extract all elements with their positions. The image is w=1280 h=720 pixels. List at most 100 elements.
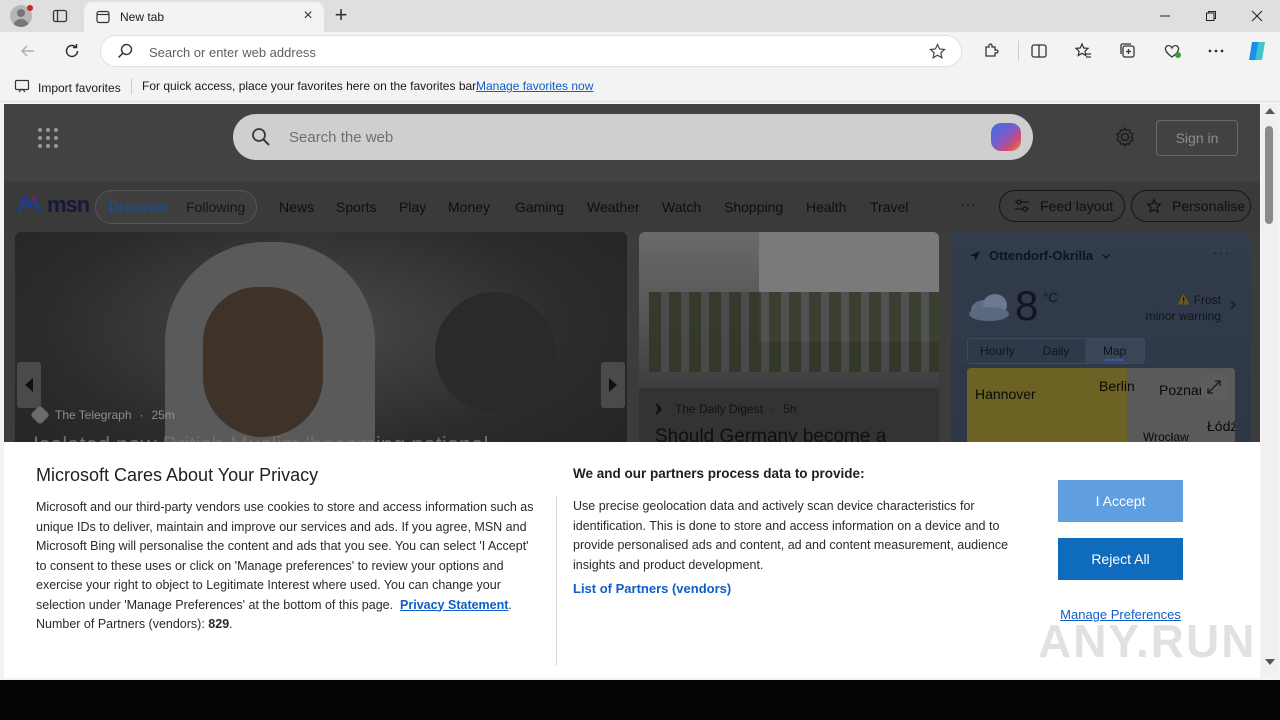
nav-item-news[interactable]: News — [279, 199, 314, 215]
hero-source-time: 25m — [151, 408, 175, 422]
cloud-icon — [965, 290, 1013, 322]
weather-warning-title: Frost — [1193, 293, 1221, 307]
scroll-up-arrow-icon[interactable] — [1265, 108, 1275, 114]
extensions-icon[interactable] — [980, 40, 1002, 62]
partners-count-label: Number of Partners (vendors): — [36, 617, 205, 631]
favorites-divider — [131, 78, 132, 94]
weather-card[interactable]: Ottendorf-Okrilla ··· 8 °C Frost minor w… — [951, 232, 1251, 472]
manage-favorites-link[interactable]: Manage favorites now — [476, 79, 593, 93]
favorite-star-icon[interactable] — [929, 43, 946, 65]
scrollbar-thumb[interactable] — [1265, 126, 1273, 224]
hero-image-background — [435, 292, 555, 412]
nav-item-play[interactable]: Play — [399, 199, 426, 215]
refresh-icon[interactable] — [61, 40, 83, 62]
discover-following-toggle: Discover Following — [95, 190, 257, 224]
nav-item-travel[interactable]: Travel — [870, 199, 908, 215]
weather-more-button[interactable]: ··· — [1213, 244, 1230, 260]
news-card-source-name: The Daily Digest — [675, 402, 764, 416]
nav-item-money[interactable]: Money — [448, 199, 490, 215]
partners-count: 829 — [208, 617, 230, 631]
tab-new-tab[interactable]: New tab × — [84, 2, 324, 32]
new-tab-page-icon — [96, 10, 110, 24]
weather-tabs: Hourly Daily Map — [967, 338, 1145, 364]
nav-item-shopping[interactable]: Shopping — [724, 199, 783, 215]
more-options-icon[interactable] — [1205, 40, 1227, 62]
weather-location[interactable]: Ottendorf-Okrilla — [969, 248, 1111, 263]
web-search-input[interactable] — [289, 128, 929, 146]
browser-window: New tab × + Search or enter web address … — [0, 0, 1280, 680]
nav-item-weather[interactable]: Weather — [587, 199, 640, 215]
msn-logo[interactable]: msn — [17, 192, 90, 218]
split-screen-icon[interactable] — [1028, 40, 1050, 62]
anyrun-watermark: ANY.RUN — [1038, 615, 1257, 667]
import-favorites-label: Import favorites — [38, 80, 121, 95]
nav-item-health[interactable]: Health — [806, 199, 846, 215]
chevron-right-icon[interactable] — [1227, 300, 1237, 310]
tab-actions-icon[interactable] — [50, 6, 70, 26]
nav-item-watch[interactable]: Watch — [662, 199, 701, 215]
expand-map-icon[interactable] — [1201, 374, 1227, 400]
apps-grid-icon[interactable] — [38, 128, 58, 148]
address-input[interactable] — [149, 44, 909, 60]
close-tab-icon[interactable]: × — [300, 8, 316, 24]
title-bar: New tab × + — [0, 0, 1280, 32]
personalise-label: Personalise — [1172, 198, 1246, 214]
hero-source-name: The Telegraph — [55, 408, 132, 422]
weather-warning[interactable]: Frost minor warning — [1131, 292, 1221, 324]
personalise-button[interactable]: Personalise — [1131, 190, 1251, 222]
hero-image-face — [203, 287, 323, 437]
collections-icon[interactable] — [1117, 40, 1139, 62]
hero-news-card[interactable]: The Telegraph · 25m Isolated new British… — [15, 232, 627, 472]
discover-tab[interactable]: Discover — [109, 199, 168, 215]
browser-essentials-icon[interactable] — [1161, 40, 1183, 62]
nav-item-gaming[interactable]: Gaming — [515, 199, 564, 215]
close-window-button[interactable] — [1234, 0, 1280, 32]
news-card[interactable]: The Daily Digest · 5h Should Germany bec… — [639, 232, 939, 472]
weather-temperature: 8 — [1015, 282, 1039, 329]
settings-gear-icon[interactable] — [1114, 126, 1136, 148]
nav-item-sports[interactable]: Sports — [336, 199, 376, 215]
tab-title: New tab — [120, 10, 165, 24]
weather-tab-map[interactable]: Map — [1085, 339, 1145, 363]
weather-tab-hourly[interactable]: Hourly — [968, 339, 1027, 363]
new-tab-button[interactable]: + — [331, 4, 351, 26]
favorites-icon[interactable] — [1072, 40, 1094, 62]
sign-in-button[interactable]: Sign in — [1156, 120, 1238, 156]
feed-layout-button[interactable]: Feed layout — [999, 190, 1125, 222]
minimize-button[interactable] — [1142, 0, 1188, 32]
privacy-title: Microsoft Cares About Your Privacy — [36, 465, 319, 485]
news-card-source: The Daily Digest · 5h — [653, 402, 796, 416]
hero-source: The Telegraph · 25m — [30, 405, 175, 425]
restore-button[interactable] — [1188, 0, 1234, 32]
import-favorites-button[interactable]: Import favorites — [14, 78, 121, 97]
privacy-consent-dialog: Microsoft Cares About Your Privacy Micro… — [4, 442, 1260, 678]
back-arrow-icon[interactable] — [17, 40, 39, 62]
page-scrollbar[interactable] — [1262, 104, 1278, 674]
address-bar[interactable] — [100, 35, 962, 67]
carousel-prev-button[interactable] — [17, 362, 41, 408]
web-search-box[interactable] — [233, 114, 1033, 160]
feed-layout-label: Feed layout — [1040, 198, 1114, 214]
chevron-down-icon — [1102, 253, 1111, 259]
copilot-search-icon[interactable] — [991, 123, 1021, 151]
profile-notification-dot — [27, 5, 33, 11]
nav-more-button[interactable]: ··· — [960, 196, 977, 212]
telegraph-logo-icon — [30, 405, 50, 425]
carousel-next-button[interactable] — [601, 362, 625, 408]
import-icon — [14, 78, 30, 97]
weather-tab-daily[interactable]: Daily — [1027, 339, 1086, 363]
list-of-partners-link[interactable]: List of Partners (vendors) — [573, 581, 731, 596]
following-tab[interactable]: Following — [186, 199, 245, 215]
copilot-icon[interactable] — [1246, 40, 1268, 62]
scroll-down-arrow-icon[interactable] — [1265, 659, 1275, 665]
reject-all-button[interactable]: Reject All — [1058, 538, 1183, 580]
privacy-statement-link[interactable]: Privacy Statement — [400, 598, 508, 612]
sliders-icon — [1015, 199, 1029, 212]
weather-location-name: Ottendorf-Okrilla — [989, 248, 1094, 263]
weather-warning-sub: minor warning — [1145, 309, 1221, 323]
search-icon — [251, 127, 271, 152]
map-label-hannover: Hannover — [975, 386, 1036, 402]
map-label-poznan: Poznan — [1159, 382, 1207, 398]
purposes-body: Use precise geolocation data and activel… — [573, 499, 1009, 572]
accept-button[interactable]: I Accept — [1058, 480, 1183, 522]
